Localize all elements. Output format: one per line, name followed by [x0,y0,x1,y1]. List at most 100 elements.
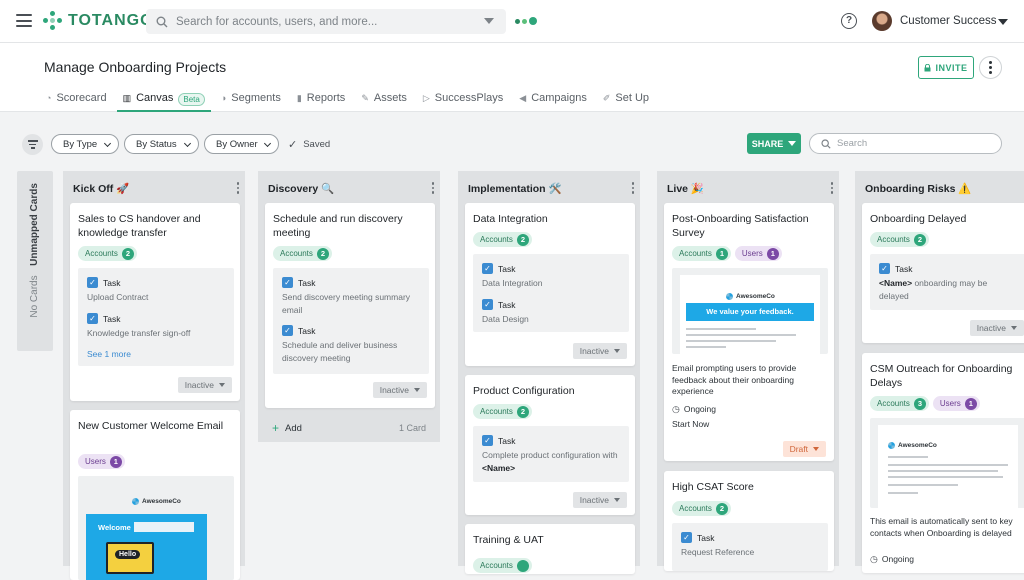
megaphone-icon: ◀ [519,93,526,104]
card[interactable]: Post-Onboarding Satisfaction Survey Acco… [664,203,834,461]
status-dropdown[interactable]: Inactive [573,343,627,359]
task-desc-token: <Name> [482,463,515,473]
tab-label: Segments [231,92,281,104]
task-list: ✓TaskUpload Contract ✓TaskKnowledge tran… [78,268,234,366]
status-dropdown[interactable]: Inactive [573,492,627,508]
add-label: Add [285,423,302,434]
by-status-dropdown[interactable]: By Status [124,134,199,154]
logo[interactable]: TOTANGO [43,11,154,30]
accounts-count: 3 [914,398,926,410]
global-search-input[interactable]: Search for accounts, users, and more... [146,9,506,34]
card-pills: Accounts1 Users1 [672,246,782,261]
share-button[interactable]: SHARE [747,133,801,154]
tab-segments[interactable]: ◑Segments [215,90,287,112]
column-menu-icon[interactable] [237,182,240,194]
users-badge[interactable]: Users1 [933,396,980,411]
card[interactable]: Onboarding Delayed Accounts2 ✓Task<Name>… [862,203,1024,343]
column-menu-icon[interactable] [632,182,635,194]
tab-canvas[interactable]: ▥CanvasBeta [117,90,211,112]
wrench-icon: ✐ [603,93,611,104]
help-icon[interactable]: ? [841,13,857,29]
card-title: Sales to CS handover and knowledge trans… [78,212,228,240]
column-menu-icon[interactable] [831,182,834,194]
column-kick-off: Kick Off 🚀 Sales to CS handover and know… [63,171,245,566]
accounts-badge[interactable]: Accounts2 [672,501,731,516]
card[interactable]: CSM Outreach for Onboarding Delays Accou… [862,353,1024,573]
accounts-badge[interactable]: Accounts3 [870,396,929,411]
card-pills: Accounts2 [672,501,731,516]
column-menu-icon[interactable] [432,182,435,194]
card[interactable]: Training & UAT Accounts [465,524,635,574]
filter-bar: By Type By Status By Owner ✓Saved SHARE … [0,112,1024,170]
tab-setup[interactable]: ✐Set Up [597,90,655,112]
task-label: Task [697,533,714,543]
avatar[interactable] [872,11,892,31]
board-search-input[interactable]: Search [809,133,1002,154]
accounts-label: Accounts [85,249,118,258]
checkbox-icon: ✓ [87,313,98,324]
card-title: Onboarding Delayed [870,212,1020,226]
email-preview[interactable]: AwesomeCo We value your feedback. [672,268,828,354]
chevron-down-icon [184,140,191,147]
clock-icon: ◷ [672,404,680,415]
status-label: Inactive [580,495,609,505]
accounts-badge[interactable]: Accounts2 [473,232,532,247]
task-list: ✓Task<Name> onboarding may be delayed [870,254,1024,310]
brand-text: AwesomeCo [142,498,181,505]
invite-button[interactable]: INVITE [918,56,974,79]
search-placeholder: Search [837,138,867,149]
more-options-icon[interactable] [979,56,1002,79]
card[interactable]: Data Integration Accounts2 ✓TaskData Int… [465,203,635,366]
by-owner-dropdown[interactable]: By Owner [204,134,279,154]
card[interactable]: New Customer Welcome Email Users1 Awesom… [70,410,240,580]
card[interactable]: High CSAT Score Accounts2 ✓TaskRequest R… [664,471,834,571]
tab-reports[interactable]: ▮Reports [291,90,351,112]
task-label: Task [298,278,315,288]
tab-campaigns[interactable]: ◀Campaigns [513,90,593,112]
brand-text: AwesomeCo [736,293,775,300]
by-status-label: By Status [136,139,177,150]
column-title: Discovery 🔍 [268,182,334,195]
users-badge[interactable]: Users1 [735,246,782,261]
see-more-link[interactable]: See 1 more [87,349,131,359]
chevron-down-icon[interactable] [484,18,494,24]
card[interactable]: Sales to CS handover and knowledge trans… [70,203,240,401]
column-implementation: Implementation 🛠️ Data Integration Accou… [458,171,640,566]
accounts-badge[interactable]: Accounts2 [273,246,332,261]
accounts-badge[interactable]: Accounts2 [870,232,929,247]
by-type-dropdown[interactable]: By Type [51,134,119,154]
card[interactable]: Schedule and run discovery meeting Accou… [265,203,435,408]
status-dropdown[interactable]: Inactive [970,320,1024,336]
accounts-badge[interactable]: Accounts2 [473,404,532,419]
status-label: Inactive [977,323,1006,333]
users-badge[interactable]: Users1 [78,454,125,469]
users-count: 1 [965,398,977,410]
accounts-label: Accounts [877,235,910,244]
status-dropdown[interactable]: Inactive [373,382,427,398]
task-label: Task [498,436,515,446]
add-card-button[interactable]: +Add [272,423,302,434]
email-preview[interactable]: AwesomeCo [870,418,1024,508]
caret-down-icon [614,498,620,502]
email-preview[interactable]: AwesomeCo Welcome Hello [78,476,234,580]
accounts-badge[interactable]: Accounts2 [78,246,137,261]
status-dropdown[interactable]: Inactive [178,377,232,393]
task-desc: Complete product configuration with <Nam… [482,449,622,474]
state-label: Ongoing [882,554,914,565]
task-list: ✓TaskSend discovery meeting summary emai… [273,268,429,374]
canvas-icon: ▥ [123,93,132,104]
filter-icon[interactable] [22,134,43,155]
invite-label: INVITE [935,63,967,73]
unmapped-cards-panel[interactable]: Unmapped Cards No Cards [17,171,53,351]
user-name[interactable]: Customer Success [900,15,997,27]
user-menu-chevron-icon[interactable] [998,19,1008,25]
card[interactable]: Product Configuration Accounts2 ✓TaskCom… [465,375,635,515]
hamburger-menu-icon[interactable] [16,14,32,27]
tab-assets[interactable]: ✎Assets [355,90,413,112]
status-label: Inactive [580,346,609,356]
accounts-badge[interactable]: Accounts1 [672,246,731,261]
column-title: Kick Off 🚀 [73,182,129,195]
status-dropdown[interactable]: Draft [783,441,826,457]
tab-scorecard[interactable]: ◔Scorecard [40,90,113,112]
tab-successplays[interactable]: ▷SuccessPlays [417,90,509,112]
